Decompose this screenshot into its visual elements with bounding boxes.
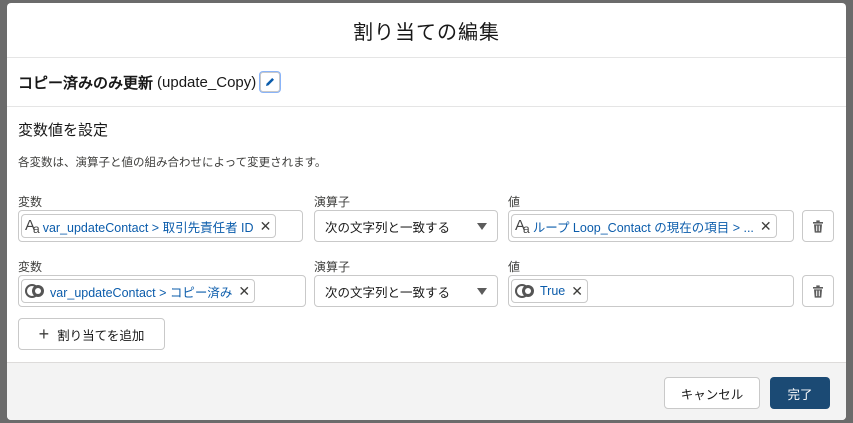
- edit-element-button[interactable]: [260, 72, 281, 92]
- done-button[interactable]: 完了: [770, 377, 830, 409]
- variable-label: 変数: [18, 195, 43, 209]
- plus-icon: +: [38, 324, 50, 344]
- modal-title: 割り当ての編集: [353, 21, 500, 44]
- operator-select-value: 次の文字列と一致する: [325, 285, 451, 300]
- trash-icon: [813, 284, 823, 298]
- chevron-down-icon: [477, 222, 487, 230]
- value-pill-text: ループ Loop_Contact の現在の項目 > ...: [532, 220, 754, 235]
- delete-row-button[interactable]: [802, 275, 834, 307]
- value-pill[interactable]: Aa ループ Loop_Contact の現在の項目 > ... ✕: [511, 214, 777, 238]
- section-title: 変数値を設定: [18, 122, 109, 139]
- operator-label: 演算子: [314, 195, 351, 209]
- variable-field[interactable]: Aa var_updateContact > 取引先責任者 ID ✕: [18, 210, 303, 242]
- assignment-row-1: 変数 演算子 値 Aa var_updateContact > 取引先責任者 I…: [7, 193, 846, 259]
- element-api-name: (update_Copy): [157, 73, 257, 91]
- pencil-icon: [266, 78, 275, 86]
- variable-pill[interactable]: Aa var_updateContact > 取引先責任者 ID ✕: [21, 214, 277, 238]
- close-icon[interactable]: ✕: [760, 219, 772, 233]
- value-label: 値: [508, 195, 521, 209]
- close-icon[interactable]: ✕: [260, 219, 272, 233]
- chevron-down-icon: [477, 287, 487, 295]
- value-pill-text: True: [540, 284, 566, 298]
- close-icon[interactable]: ✕: [571, 284, 583, 298]
- value-field[interactable]: True ✕: [508, 275, 794, 307]
- variable-pill[interactable]: var_updateContact > コピー済み ✕: [21, 279, 256, 303]
- variable-pill-text: var_updateContact > 取引先責任者 ID: [42, 220, 254, 235]
- element-name-row: コピー済みのみ更新 (update_Copy): [7, 58, 846, 107]
- element-label: コピー済みのみ更新: [18, 74, 154, 92]
- variable-label: 変数: [18, 260, 43, 274]
- variable-pill-text: var_updateContact > コピー済み: [50, 285, 233, 300]
- edit-assignment-modal: 割り当ての編集 コピー済みのみ更新 (update_Copy) 変数値を設定 各…: [7, 3, 846, 420]
- value-label: 値: [508, 260, 521, 274]
- boolean-toggle-icon: [25, 284, 44, 298]
- text-type-icon: Aa: [25, 216, 40, 236]
- operator-label: 演算子: [314, 260, 351, 274]
- add-assignment-label: 割り当てを追加: [57, 328, 145, 343]
- delete-row-button[interactable]: [802, 210, 834, 242]
- add-assignment-button[interactable]: + 割り当てを追加: [18, 318, 165, 350]
- cancel-button[interactable]: キャンセル: [664, 377, 760, 409]
- text-type-icon: Aa: [515, 216, 530, 236]
- trash-icon: [813, 219, 823, 233]
- set-variable-values-section: 変数値を設定 各変数は、演算子と値の組み合わせによって変更されます。: [7, 107, 846, 170]
- operator-select[interactable]: 次の文字列と一致する: [314, 210, 498, 242]
- boolean-toggle-icon: [515, 284, 534, 298]
- operator-select[interactable]: 次の文字列と一致する: [314, 275, 498, 307]
- value-field[interactable]: Aa ループ Loop_Contact の現在の項目 > ... ✕: [508, 210, 794, 242]
- modal-header: 割り当ての編集: [7, 3, 846, 58]
- close-icon[interactable]: ✕: [238, 284, 250, 298]
- variable-field[interactable]: var_updateContact > コピー済み ✕: [18, 275, 306, 307]
- operator-select-value: 次の文字列と一致する: [325, 220, 451, 235]
- value-pill[interactable]: True ✕: [511, 279, 588, 303]
- modal-footer: キャンセル 完了: [7, 362, 846, 420]
- assignment-row-2: 変数 演算子 値 var_updateContact > コピー済み ✕ 次の文…: [7, 258, 846, 324]
- section-description: 各変数は、演算子と値の組み合わせによって変更されます。: [18, 157, 327, 169]
